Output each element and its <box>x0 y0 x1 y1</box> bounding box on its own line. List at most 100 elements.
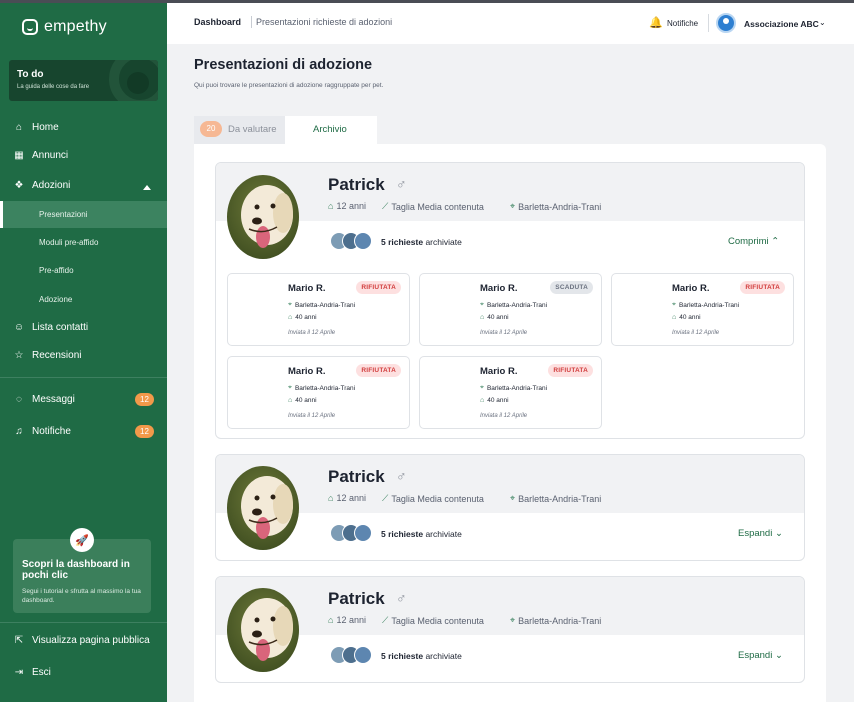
notifications-badge: 12 <box>135 425 154 438</box>
avatar <box>354 524 372 542</box>
pet-location-label: Barletta-Andria-Trani <box>518 493 602 504</box>
sidebar-item-label: Annunci <box>32 150 69 161</box>
applicant-location: ⌖ Barletta-Andria-Trani <box>672 301 739 309</box>
pet-card-header <box>216 577 804 635</box>
promo-text: Segui i tutorial e sfrutta al massimo la… <box>22 588 141 604</box>
pet-size: ⟋ Taglia Media contenuta <box>382 493 484 504</box>
tab-da-valutare-label[interactable]: Da valutare <box>228 124 277 135</box>
dog-photo-image <box>227 175 299 259</box>
applicant-avatars <box>330 232 372 250</box>
sidebar-item-presentazioni[interactable]: Presentazioni <box>39 210 87 219</box>
cake-icon: ⌂ <box>672 314 677 321</box>
sidebar-item-label: Messaggi <box>32 394 75 405</box>
requests-count: 5 richieste <box>381 529 424 539</box>
pet-size: ⟋ Taglia Media contenuta <box>382 201 484 212</box>
applicant-card[interactable]: Mario R. RIFIUTATA ⌖ Barletta-Andria-Tran… <box>611 273 794 346</box>
sidebar-item-adozione[interactable]: Adozione <box>39 295 72 304</box>
bell-icon[interactable]: 🔔 <box>649 16 663 29</box>
expand-button[interactable]: Espandi ⌄ <box>738 650 783 661</box>
collapse-button[interactable]: Comprimi ⌃ <box>728 236 779 247</box>
pet-location-label: Barletta-Andria-Trani <box>518 201 602 212</box>
requests-label: archiviate <box>425 529 462 539</box>
pet-location-label: Barletta-Andria-Trani <box>518 615 602 626</box>
applicant-age-label: 40 anni <box>487 397 509 404</box>
pet-photo[interactable] <box>227 466 299 550</box>
chevron-up-icon: ⌃ <box>771 236 780 247</box>
status-badge: SCADUTA <box>550 281 593 294</box>
pet-card: Patrick ♂ ⌂ 12 anni ⟋ Taglia Media conte… <box>215 454 805 561</box>
sidebar-item-moduli-pre-affido[interactable]: Moduli pre-affido <box>39 238 98 247</box>
chevron-down-icon: ⌄ <box>774 528 783 539</box>
sidebar-item-label: Adozioni <box>32 180 71 191</box>
location-pin-icon: ⌖ <box>480 384 484 391</box>
public-page-link[interactable]: ⇱ Visualizza pagina pubblica <box>14 635 150 646</box>
ruler-icon: ⟋ <box>382 615 389 625</box>
breadcrumb-dashboard[interactable]: Dashboard <box>194 17 241 27</box>
logout-button[interactable]: ⇥ Esci <box>14 667 51 678</box>
todo-card[interactable]: To do La guida delle cose da fare <box>9 60 158 101</box>
bell-icon: ♫ <box>15 425 23 437</box>
location-pin-icon: ⌖ <box>288 301 292 308</box>
status-badge: RIFIUTATA <box>356 364 401 377</box>
requests-summary: 5 richieste archiviate <box>381 237 462 247</box>
chevron-down-icon: ⌄ <box>774 650 783 661</box>
avatar[interactable] <box>716 13 736 33</box>
pet-name: Patrick <box>328 467 385 486</box>
paw-icon: ❖ <box>14 179 24 191</box>
chevron-up-icon[interactable] <box>143 185 151 190</box>
applicant-location: ⌖ Barletta-Andria-Trani <box>288 301 355 309</box>
applicant-age: ⌂ 40 anni <box>288 397 317 404</box>
cake-icon: ⌂ <box>328 615 334 625</box>
sidebar-item-messaggi[interactable]: ◌ Messaggi <box>14 394 75 405</box>
sidebar-item-adozioni[interactable]: ❖ Adozioni <box>14 179 71 191</box>
pet-size-label: Taglia Media contenuta <box>391 493 484 504</box>
location-pin-icon: ⌖ <box>480 301 484 308</box>
header-separator <box>708 14 709 32</box>
sidebar-item-recensioni[interactable]: ☆ Recensioni <box>14 350 82 361</box>
sidebar: empethy To do La guida delle cose da far… <box>0 3 167 702</box>
brand-logo[interactable]: empethy <box>22 18 107 36</box>
sidebar-item-notifiche[interactable]: ♫ Notifiche <box>14 426 71 437</box>
applicant-age-label: 40 anni <box>487 314 509 321</box>
chevron-down-icon[interactable]: ⌄ <box>819 18 826 27</box>
dog-photo-image <box>227 466 299 550</box>
status-badge: RIFIUTATA <box>740 281 785 294</box>
requests-label: archiviate <box>425 651 462 661</box>
applicant-card[interactable]: Mario R. SCADUTA ⌖ Barletta-Andria-Trani … <box>419 273 602 346</box>
location-pin-icon: ⌖ <box>672 301 676 308</box>
sidebar-item-home[interactable]: ⌂ Home <box>14 122 59 133</box>
cake-icon: ⌂ <box>288 397 293 404</box>
todo-decoration-dot <box>127 72 149 94</box>
pet-photo[interactable] <box>227 175 299 259</box>
applicant-card[interactable]: Mario R. RIFIUTATA ⌖ Barletta-Andria-Tran… <box>419 356 602 429</box>
male-icon: ♂ <box>396 176 407 192</box>
collapse-label: Comprimi <box>728 236 769 247</box>
sidebar-item-annunci[interactable]: ▦ Annunci <box>14 150 68 161</box>
applicant-card[interactable]: Mario R. RIFIUTATA ⌖ Barletta-Andria-Tran… <box>227 356 410 429</box>
applicant-card[interactable]: Mario R. RIFIUTATA ⌖ Barletta-Andria-Tran… <box>227 273 410 346</box>
expand-button[interactable]: Espandi ⌄ <box>738 528 783 539</box>
header-notifications-link[interactable]: Notifiche <box>667 19 698 28</box>
avatar <box>354 646 372 664</box>
applicant-age-label: 40 anni <box>295 397 317 404</box>
account-name[interactable]: Associazione ABC <box>744 19 819 29</box>
applicant-location-label: Barletta-Andria-Trani <box>678 301 740 309</box>
chat-icon: ◌ <box>16 393 22 405</box>
external-link-icon: ⇱ <box>14 634 24 646</box>
page-subtitle: Qui puoi trovare le presentazioni di ado… <box>194 82 384 89</box>
pet-age-label: 12 anni <box>336 493 366 503</box>
tab-archivio-label[interactable]: Archivio <box>313 124 347 135</box>
sidebar-item-pre-affido[interactable]: Pre-affido <box>39 266 74 275</box>
pet-size-label: Taglia Media contenuta <box>391 201 484 212</box>
applicant-age: ⌂ 40 anni <box>672 314 701 321</box>
brand-name: empethy <box>44 18 107 35</box>
empethy-logo-icon <box>22 19 38 35</box>
cake-icon: ⌂ <box>288 314 293 321</box>
location-pin-icon: ⌖ <box>288 384 292 391</box>
pet-card: Patrick ♂ ⌂ 12 anni ⟋ Taglia Media conte… <box>215 162 805 439</box>
sidebar-divider <box>0 622 167 623</box>
male-icon: ♂ <box>396 590 407 606</box>
pet-photo[interactable] <box>227 588 299 672</box>
sidebar-item-label: Home <box>32 122 59 133</box>
sidebar-item-lista-contatti[interactable]: ☺ Lista contatti <box>14 322 88 333</box>
